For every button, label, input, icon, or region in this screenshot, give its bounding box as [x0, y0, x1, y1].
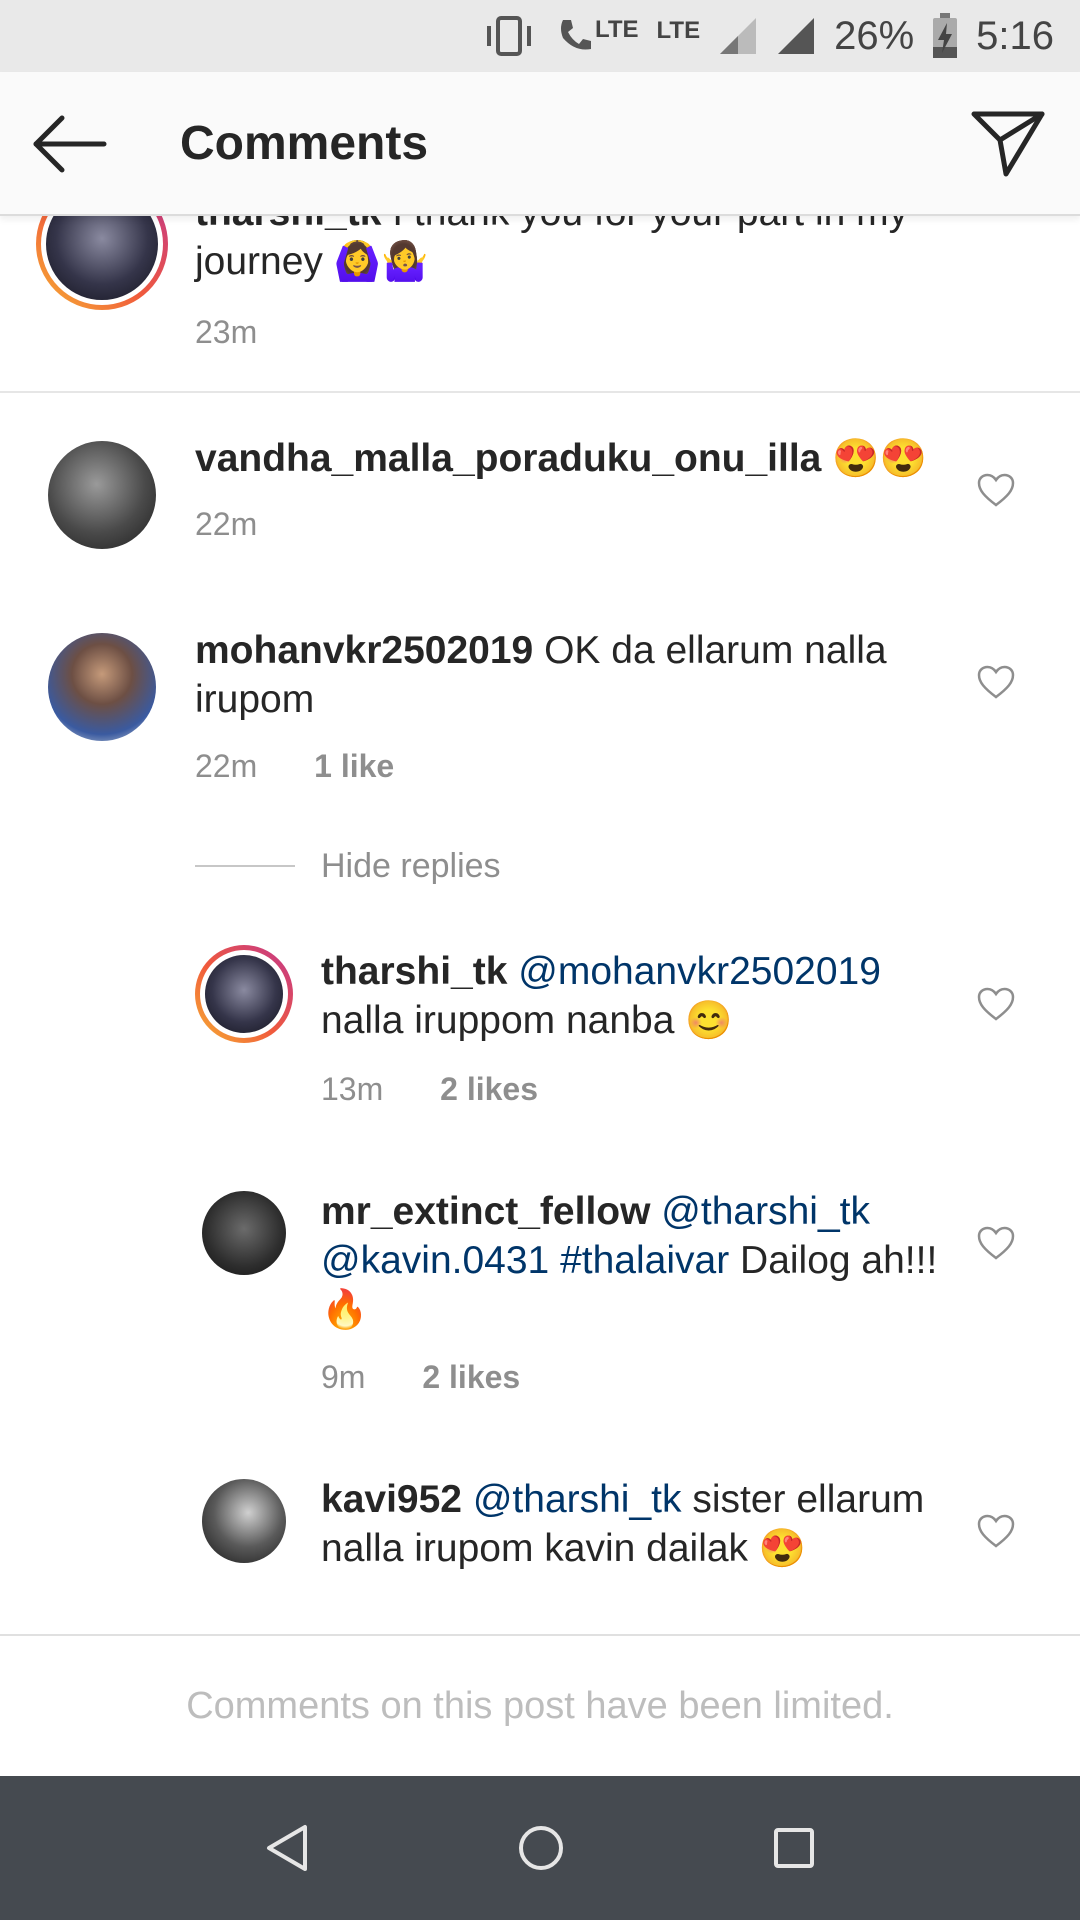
comment-likes[interactable]: 1 like — [314, 748, 394, 784]
comment-username[interactable]: mohanvkr2502019 — [195, 629, 533, 672]
comment-time: 22m — [195, 506, 258, 542]
comment-time: 23m — [195, 314, 258, 350]
hide-replies-label[interactable]: Hide replies — [321, 847, 501, 886]
comments-list[interactable]: tharshi_tk I thank you for your part in … — [0, 216, 1080, 1634]
comment-emoji: 😍😍 — [832, 438, 927, 480]
mention-link[interactable]: @tharshi_tk — [661, 1190, 870, 1233]
reply-time: 9m — [321, 1359, 366, 1395]
reply-text: kavi952 @tharshi_tk sister ellarum nalla… — [321, 1475, 961, 1574]
battery-charging-icon — [933, 13, 958, 58]
reply-username[interactable]: kavi952 — [321, 1478, 462, 1521]
avatar[interactable] — [202, 1191, 286, 1275]
comment-meta: 22m — [195, 506, 257, 543]
reply-emoji: 😊 — [685, 1000, 733, 1042]
comment-time: 22m — [195, 748, 258, 784]
divider — [195, 865, 295, 867]
comments-limited-notice: Comments on this post have been limited. — [0, 1634, 1080, 1776]
square-recents-icon[interactable] — [771, 1825, 817, 1871]
mention-link[interactable]: @tharshi_tk — [473, 1478, 682, 1521]
status-bar: LTE LTE 26% 5:16 — [0, 0, 1080, 72]
reply-emoji: 😍 — [758, 1528, 807, 1570]
reply-emoji: 🔥 — [321, 1289, 369, 1331]
avatar[interactable] — [48, 441, 156, 549]
heart-icon[interactable] — [976, 1513, 1016, 1549]
circle-home-icon[interactable] — [516, 1823, 566, 1873]
page-title: Comments — [180, 117, 429, 170]
heart-icon[interactable] — [976, 986, 1016, 1022]
heart-icon[interactable] — [976, 1225, 1016, 1261]
reply-text: mr_extinct_fellow @tharshi_tk @kavin.043… — [321, 1187, 961, 1335]
lte-label: LTE — [656, 17, 701, 44]
hashtag-link[interactable]: #thalaivar — [560, 1239, 729, 1282]
reply-time: 13m — [321, 1071, 384, 1107]
reply-username[interactable]: tharshi_tk — [321, 950, 507, 993]
reply-username[interactable]: mr_extinct_fellow — [321, 1190, 650, 1233]
avatar[interactable] — [202, 1479, 286, 1563]
reply-body: nalla iruppom nanba — [321, 999, 675, 1042]
vibrate-icon — [486, 16, 531, 56]
reply-body: Dailog ah!!! — [740, 1239, 938, 1282]
hide-replies-button[interactable]: Hide replies — [195, 847, 795, 887]
avatar[interactable] — [48, 633, 156, 741]
mention-link[interactable]: @kavin.0431 — [321, 1239, 549, 1282]
signal-icon — [778, 18, 815, 54]
comment-meta: 22m 1 like — [195, 748, 394, 785]
comment-emoji: 🙆‍♀️🤷‍♀️ — [333, 241, 429, 283]
phone-lte-icon: LTE — [555, 16, 639, 56]
clock-time: 5:16 — [976, 13, 1054, 58]
comment-meta: 23m — [195, 314, 257, 351]
comment-text: mohanvkr2502019 OK da ellarum nalla irup… — [195, 626, 955, 724]
comments-header: Comments — [0, 72, 1080, 216]
triangle-back-icon[interactable] — [263, 1823, 311, 1873]
heart-icon[interactable] — [976, 664, 1016, 700]
system-nav-bar — [0, 1776, 1080, 1920]
comment-text: vandha_malla_poraduku_onu_illa 😍😍 — [195, 434, 955, 484]
battery-percent: 26% — [834, 13, 915, 58]
comment-text: tharshi_tk I thank you for your part in … — [195, 216, 955, 287]
divider — [0, 391, 1080, 393]
paper-plane-icon[interactable] — [970, 108, 1046, 178]
comment-username[interactable]: vandha_malla_poraduku_onu_illa — [195, 437, 821, 480]
avatar[interactable] — [195, 945, 293, 1043]
mention-link[interactable]: @mohanvkr2502019 — [518, 950, 881, 993]
reply-meta: 9m 2 likes — [321, 1359, 520, 1396]
reply-likes[interactable]: 2 likes — [440, 1071, 538, 1107]
reply-likes[interactable]: 2 likes — [422, 1359, 520, 1395]
avatar[interactable] — [36, 216, 168, 310]
reply-text: tharshi_tk @mohanvkr2502019 nalla iruppo… — [321, 947, 961, 1046]
arrow-left-icon[interactable] — [30, 112, 110, 176]
heart-icon[interactable] — [976, 472, 1016, 508]
reply-meta: 13m 2 likes — [321, 1071, 538, 1108]
comment-username[interactable]: tharshi_tk — [195, 216, 381, 234]
signal-weak-icon — [720, 18, 757, 54]
